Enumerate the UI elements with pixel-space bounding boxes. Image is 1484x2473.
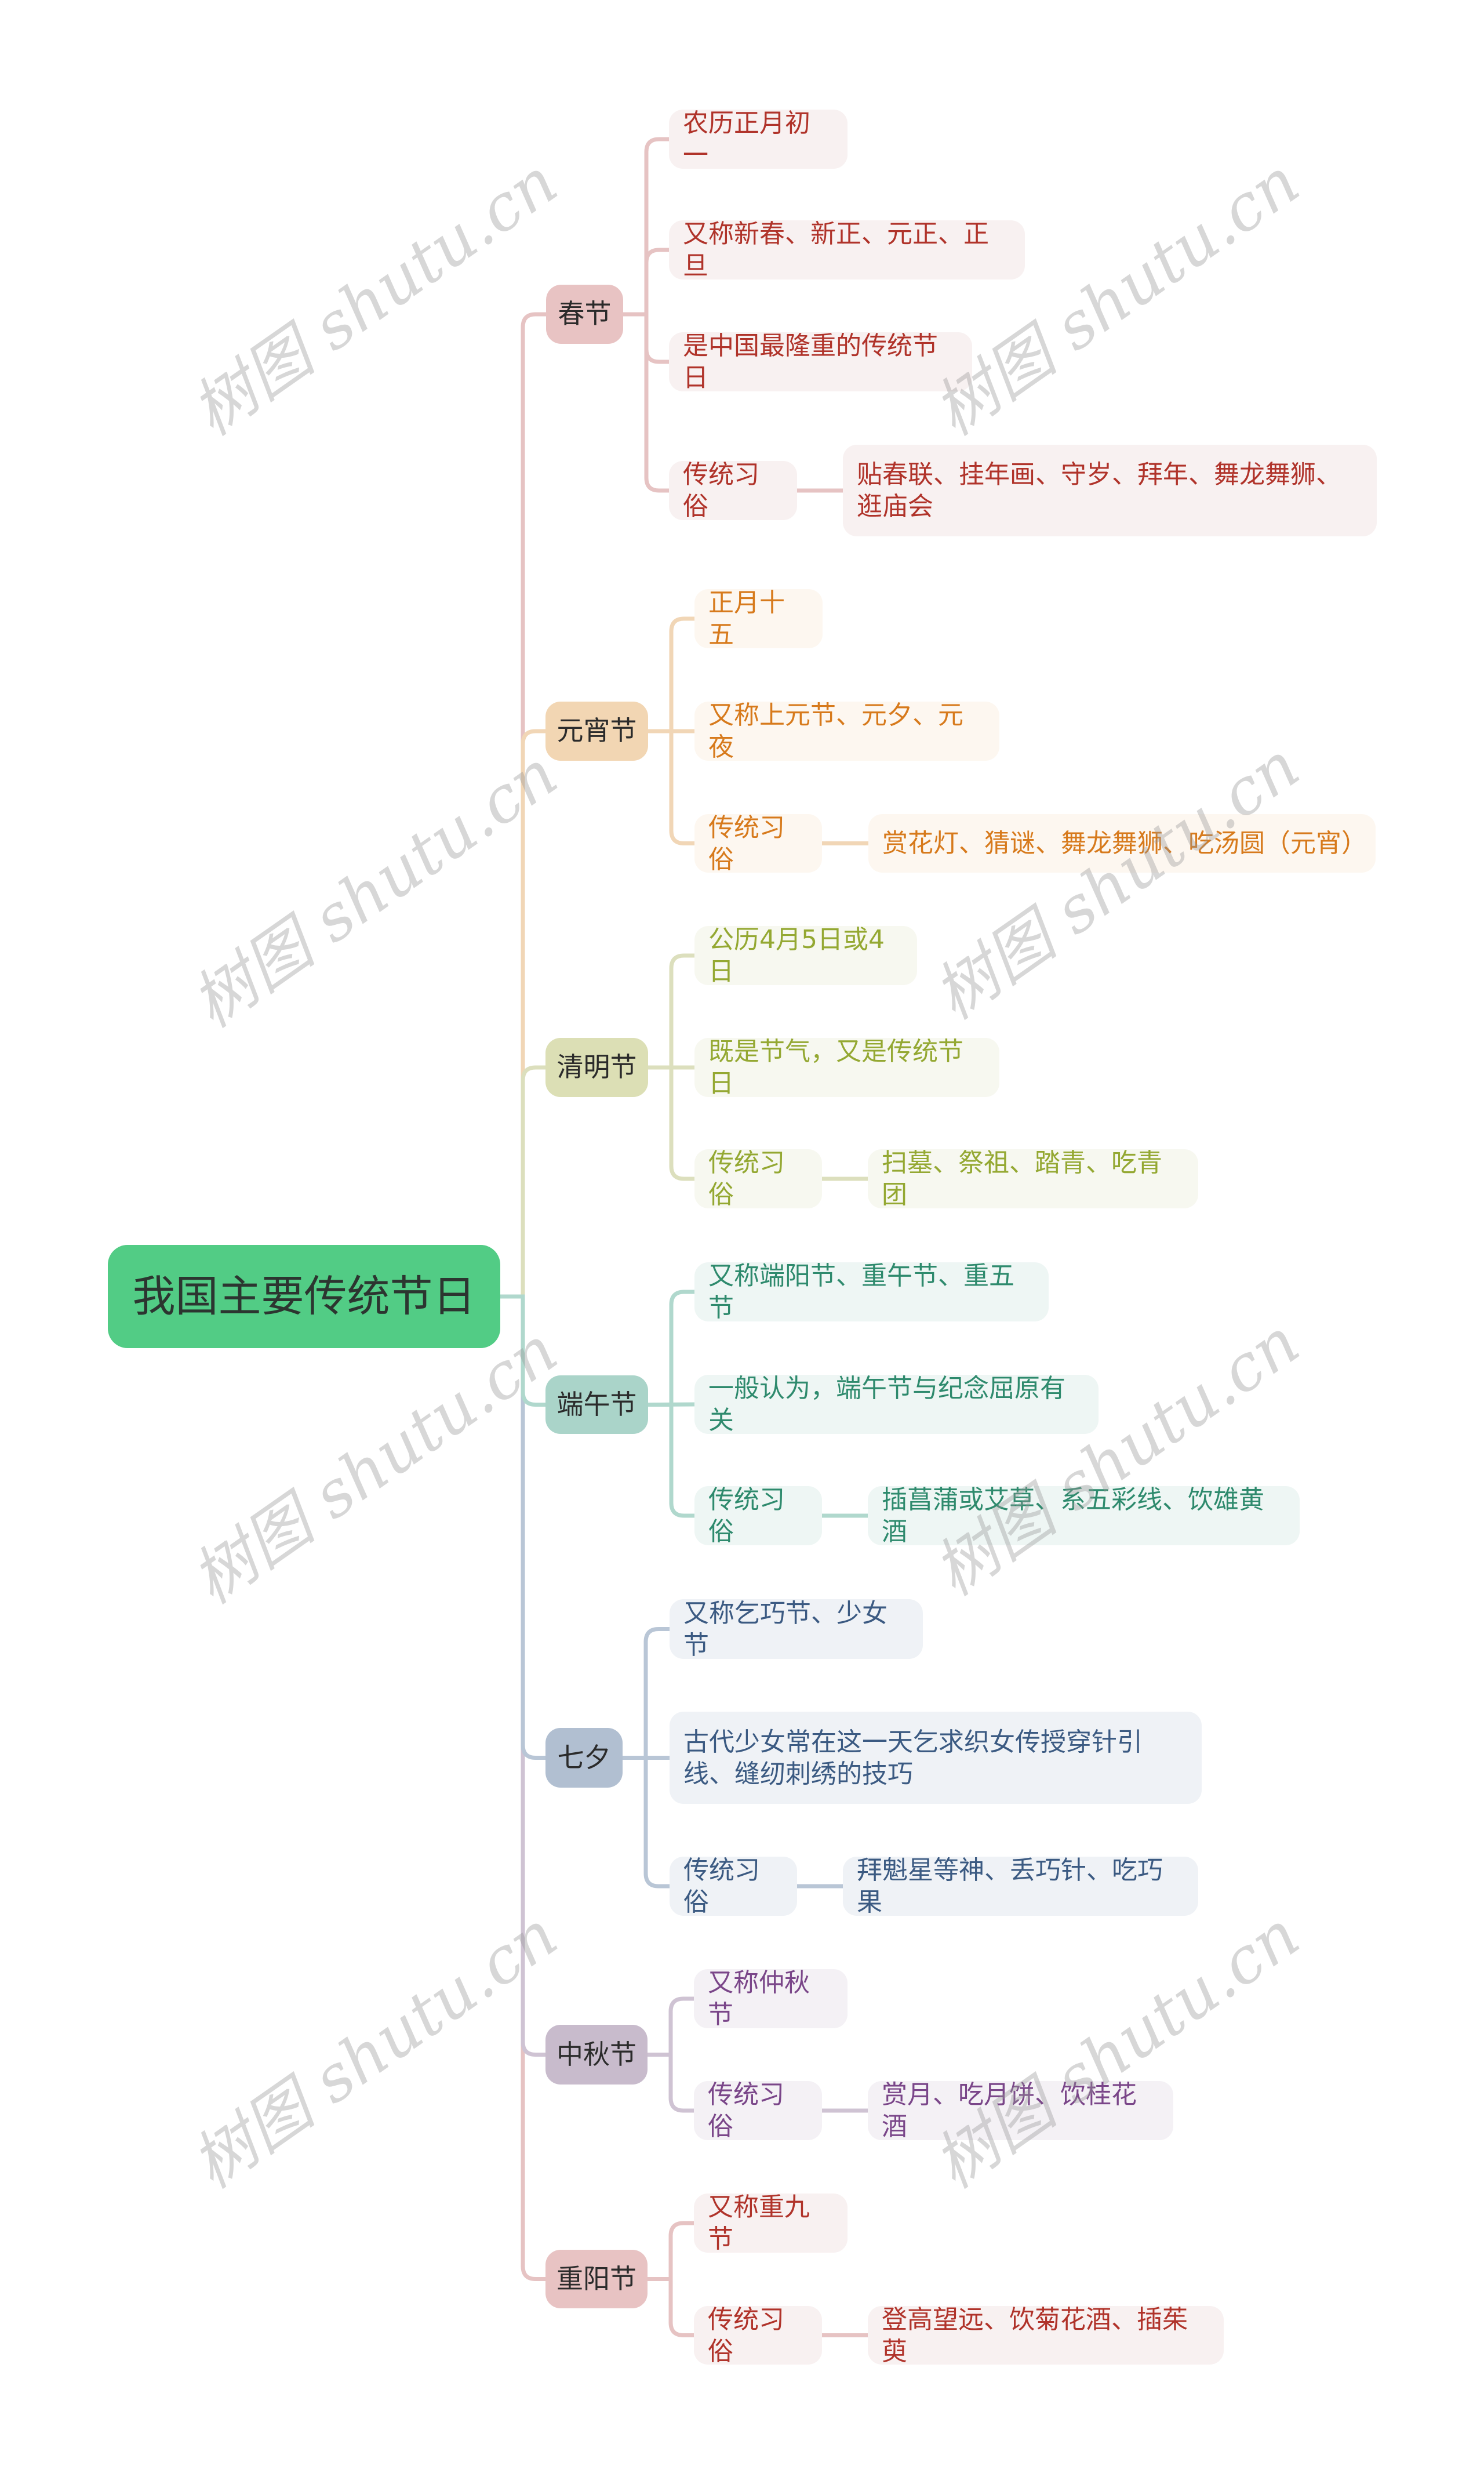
branch-to-leaf-connector	[646, 1403, 697, 1518]
branch-to-leaf-connector	[646, 953, 697, 1070]
branch-to-leaf-connector	[620, 1756, 672, 1889]
leaf-topic[interactable]: 公历4月5日或4日	[694, 925, 917, 986]
branch-to-leaf-connector	[646, 729, 697, 845]
leaf-topic[interactable]: 又称新春、新正、元正、正旦	[669, 219, 1025, 281]
leaf-customs[interactable]: 传统习俗	[669, 460, 797, 521]
branch-label: 中秋节	[556, 2038, 636, 2070]
branch-to-leaf-connector	[646, 616, 697, 733]
detail-text: 赏月、吃月饼、饮桂花酒	[882, 2080, 1137, 2141]
branch-dragon-boat-festival[interactable]: 端午节	[545, 1375, 648, 1434]
leaf-topic[interactable]: 农历正月初一	[669, 108, 848, 170]
branch-qixi-festival[interactable]: 七夕	[545, 1728, 623, 1788]
branch-label: 端午节	[556, 1388, 637, 1420]
branch-to-leaf-connector	[621, 248, 671, 317]
leaf-topic[interactable]: 又称重九节	[694, 2192, 848, 2254]
leaf-topic[interactable]: 古代少女常在这一天乞求织女传授穿针引线、缝纫刺绣的技巧	[670, 1712, 1202, 1804]
customs-detail[interactable]: 插菖蒲或艾草、系五彩线、饮雄黄酒	[868, 1485, 1300, 1546]
leaf-text: 既是节气，又是传统节日	[708, 1037, 963, 1098]
leaf-customs[interactable]: 传统习俗	[670, 1855, 797, 1917]
leaf-text: 传统习俗	[708, 2304, 784, 2366]
detail-text: 贴春联、挂年画、守岁、拜年、舞龙舞狮、逛庙会	[857, 460, 1341, 521]
leaf-text: 农历正月初一	[683, 108, 810, 170]
leaf-text: 又称端阳节、重午节、重五节	[708, 1261, 1014, 1323]
root-topic[interactable]: 我国主要传统节日	[108, 1245, 500, 1348]
leaf-customs[interactable]: 传统习俗	[694, 1485, 822, 1546]
branch-mid-autumn-festival[interactable]: 中秋节	[545, 2025, 648, 2085]
leaf-topic[interactable]: 又称仲秋节	[694, 1968, 848, 2029]
leaf-text: 传统习俗	[708, 1148, 785, 1210]
branch-to-leaf-connector	[646, 1065, 697, 1181]
leaf-customs[interactable]: 传统习俗	[694, 2304, 822, 2366]
branch-qingming-festival[interactable]: 清明节	[545, 1038, 648, 1097]
leaf-text: 古代少女常在这一天乞求织女传授穿针引线、缝纫刺绣的技巧	[683, 1727, 1143, 1789]
branch-lantern-festival[interactable]: 元宵节	[545, 702, 648, 761]
branch-label: 重阳节	[556, 2263, 636, 2294]
mind-map-canvas: 我国主要传统节日 春节 农历正月初一 又称新春、新正、元正、正旦 是中国最隆重的…	[0, 0, 1484, 2473]
leaf-text: 又称新春、新正、元正、正旦	[683, 219, 989, 281]
leaf-text: 传统习俗	[708, 1485, 785, 1546]
leaf-customs[interactable]: 传统习俗	[694, 2080, 822, 2141]
customs-detail[interactable]: 登高望远、饮菊花酒、插茱萸	[868, 2304, 1224, 2366]
branch-to-leaf-connector	[645, 2221, 696, 2281]
leaf-text: 一般认为，端午节与纪念屈原有关	[708, 1374, 1065, 1435]
branch-to-leaf-connector	[646, 1290, 697, 1407]
branch-label: 七夕	[557, 1741, 611, 1773]
leaf-text: 又称重九节	[708, 2192, 810, 2254]
leaf-topic[interactable]: 是中国最隆重的传统节日	[669, 331, 972, 393]
leaf-customs[interactable]: 传统习俗	[694, 812, 822, 874]
leaf-topic[interactable]: 又称上元节、元夕、元夜	[694, 700, 999, 762]
detail-text: 拜魁星等神、丢巧针、吃巧果	[857, 1855, 1163, 1917]
leaf-topic[interactable]: 一般认为，端午节与纪念屈原有关	[694, 1374, 1099, 1435]
branch-double-ninth-festival[interactable]: 重阳节	[545, 2250, 648, 2308]
branch-to-leaf-connector	[645, 2053, 696, 2113]
customs-detail[interactable]: 贴春联、挂年画、守岁、拜年、舞龙舞狮、逛庙会	[843, 445, 1377, 536]
root-to-branch-connector	[498, 1065, 548, 1299]
customs-detail[interactable]: 拜魁星等神、丢巧针、吃巧果	[843, 1855, 1198, 1917]
branch-to-leaf-connector	[645, 2277, 696, 2337]
leaf-text: 传统习俗	[708, 2080, 784, 2141]
leaf-text: 公历4月5日或4日	[708, 925, 885, 986]
customs-detail[interactable]: 扫墓、祭祖、踏青、吃青团	[868, 1148, 1198, 1210]
root-to-branch-connector	[498, 1294, 548, 1407]
detail-text: 登高望远、饮菊花酒、插茱萸	[882, 2304, 1188, 2366]
detail-text: 扫墓、祭祖、踏青、吃青团	[882, 1148, 1162, 1210]
branch-to-leaf-connector	[621, 312, 671, 493]
branch-label: 元宵节	[556, 715, 637, 747]
leaf-text: 传统习俗	[683, 1855, 760, 1917]
leaf-customs[interactable]: 传统习俗	[694, 1148, 822, 1210]
customs-detail[interactable]: 赏花灯、猜谜、舞龙舞狮、吃汤圆（元宵）	[868, 814, 1376, 873]
branch-to-leaf-connector	[620, 1627, 672, 1760]
leaf-text: 传统习俗	[708, 812, 785, 874]
branch-label: 春节	[558, 298, 612, 330]
leaf-topic[interactable]: 又称乞巧节、少女节	[670, 1598, 923, 1660]
leaf-topic[interactable]: 既是节气，又是传统节日	[694, 1037, 999, 1098]
leaf-text: 正月十五	[708, 588, 785, 649]
branch-to-leaf-connector	[645, 1996, 696, 2057]
leaf-text: 又称仲秋节	[708, 1968, 810, 2029]
detail-text: 赏花灯、猜谜、舞龙舞狮、吃汤圆（元宵）	[882, 829, 1367, 858]
leaf-text: 又称上元节、元夕、元夜	[708, 700, 963, 762]
detail-text: 插菖蒲或艾草、系五彩线、饮雄黄酒	[882, 1485, 1264, 1546]
branch-spring-festival[interactable]: 春节	[546, 285, 623, 344]
customs-detail[interactable]: 赏月、吃月饼、饮桂花酒	[868, 2080, 1173, 2141]
leaf-topic[interactable]: 又称端阳节、重午节、重五节	[694, 1261, 1049, 1323]
leaf-topic[interactable]: 正月十五	[694, 588, 823, 649]
leaf-text: 传统习俗	[683, 460, 759, 521]
branch-label: 清明节	[556, 1051, 637, 1083]
leaf-text: 又称乞巧节、少女节	[683, 1598, 888, 1660]
leaf-text: 是中国最隆重的传统节日	[683, 331, 938, 393]
root-topic-label: 我国主要传统节日	[132, 1271, 476, 1321]
